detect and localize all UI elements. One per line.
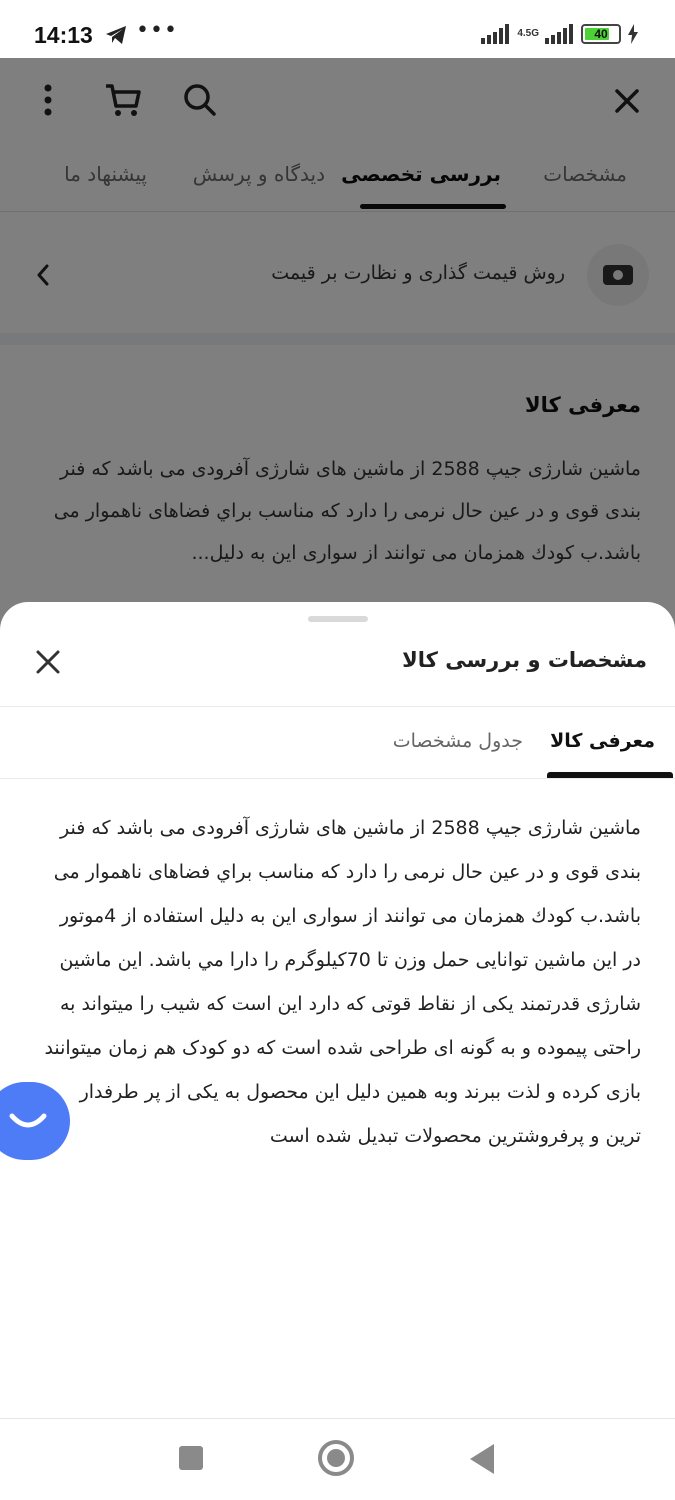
system-nav-bar: [0, 1418, 675, 1500]
signal-icon-2: [545, 24, 573, 44]
drag-handle[interactable]: [308, 616, 368, 622]
recent-apps-button[interactable]: [179, 1446, 203, 1470]
telegram-icon: [106, 26, 126, 44]
smile-icon: [9, 1113, 47, 1128]
tab-spec-table[interactable]: جدول مشخصات: [393, 730, 523, 752]
home-button[interactable]: [318, 1440, 354, 1476]
charging-icon: [628, 24, 638, 44]
divider: [0, 706, 675, 707]
tab-product-intro[interactable]: معرفی کالا: [550, 730, 655, 752]
sheet-title: مشخصات و بررسی کالا: [402, 648, 647, 672]
specs-bottom-sheet: مشخصات و بررسی کالا معرفی کالا جدول مشخص…: [0, 602, 675, 1438]
back-button[interactable]: [470, 1444, 494, 1474]
divider: [0, 778, 675, 779]
status-bar: 14:13 ••• 4.5G 40: [0, 0, 675, 58]
product-description: ماشین شارژی جیپ 2588 از ماشین های شارژی …: [44, 817, 641, 1147]
status-right: 4.5G 40: [481, 24, 639, 44]
battery-icon: 40: [581, 24, 621, 44]
status-time: 14:13: [34, 22, 93, 48]
close-icon[interactable]: [32, 646, 64, 678]
more-dots-icon: •••: [136, 18, 178, 43]
signal-icon: [481, 24, 510, 44]
battery-level: 40: [594, 27, 608, 41]
network-type: 4.5G: [517, 28, 539, 39]
